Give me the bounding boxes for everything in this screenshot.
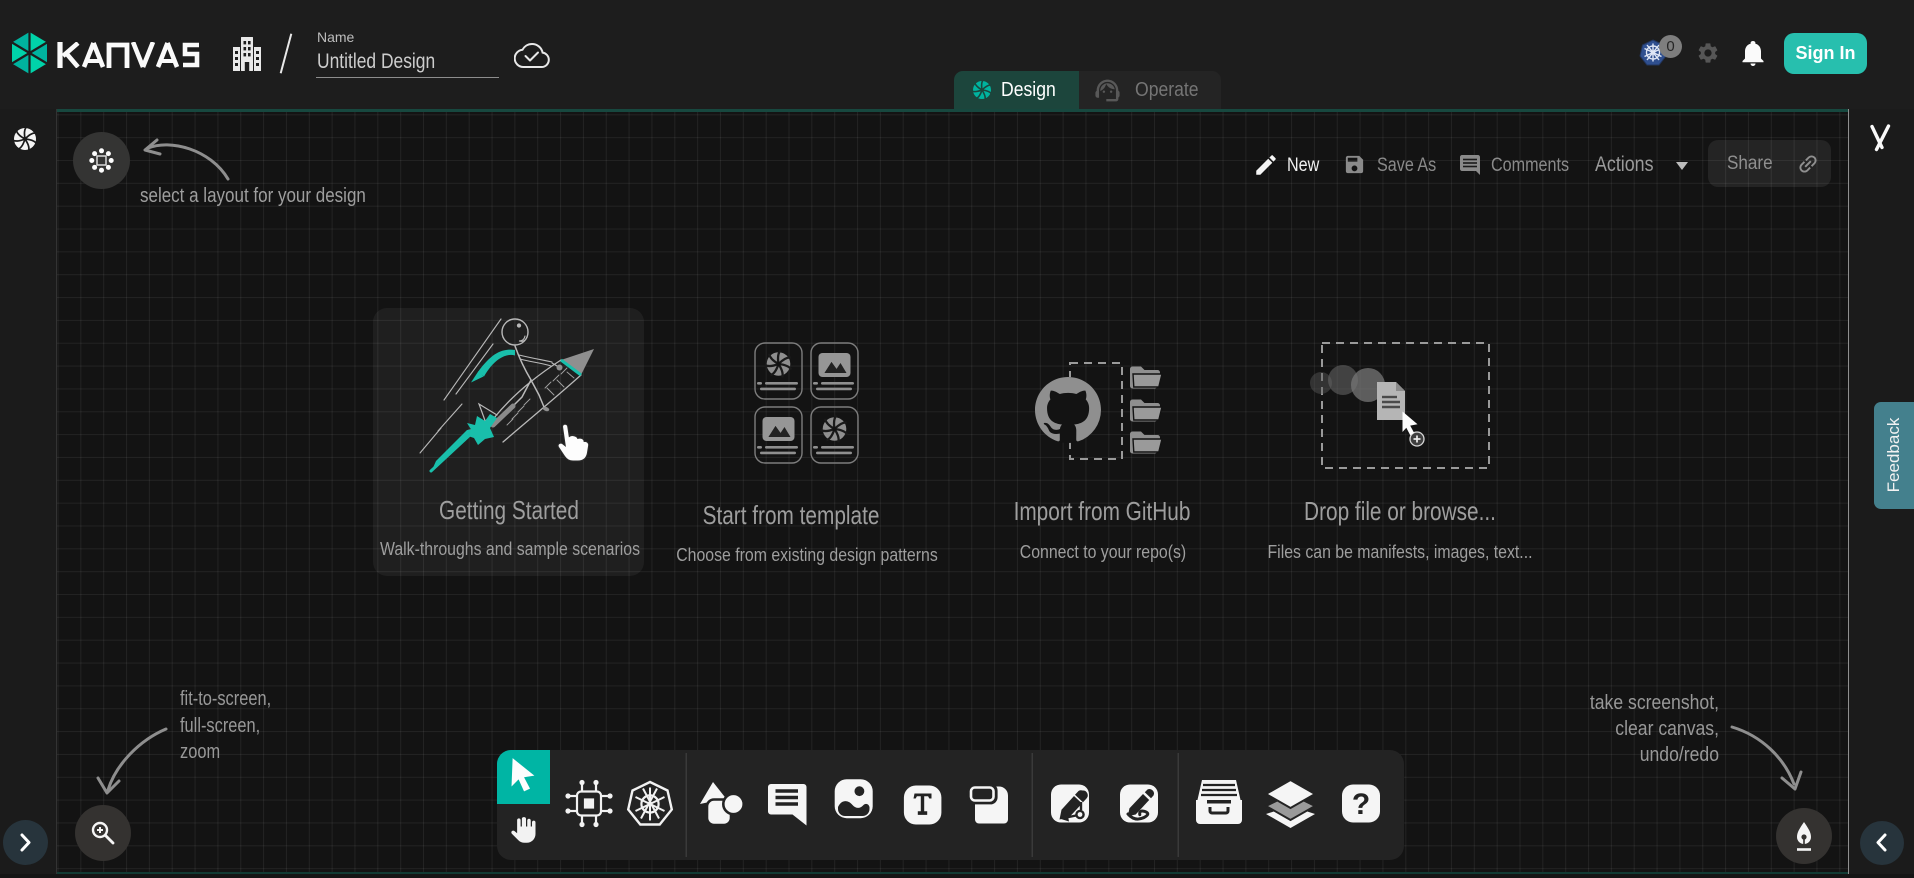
svg-text:?: ?	[1352, 788, 1370, 821]
